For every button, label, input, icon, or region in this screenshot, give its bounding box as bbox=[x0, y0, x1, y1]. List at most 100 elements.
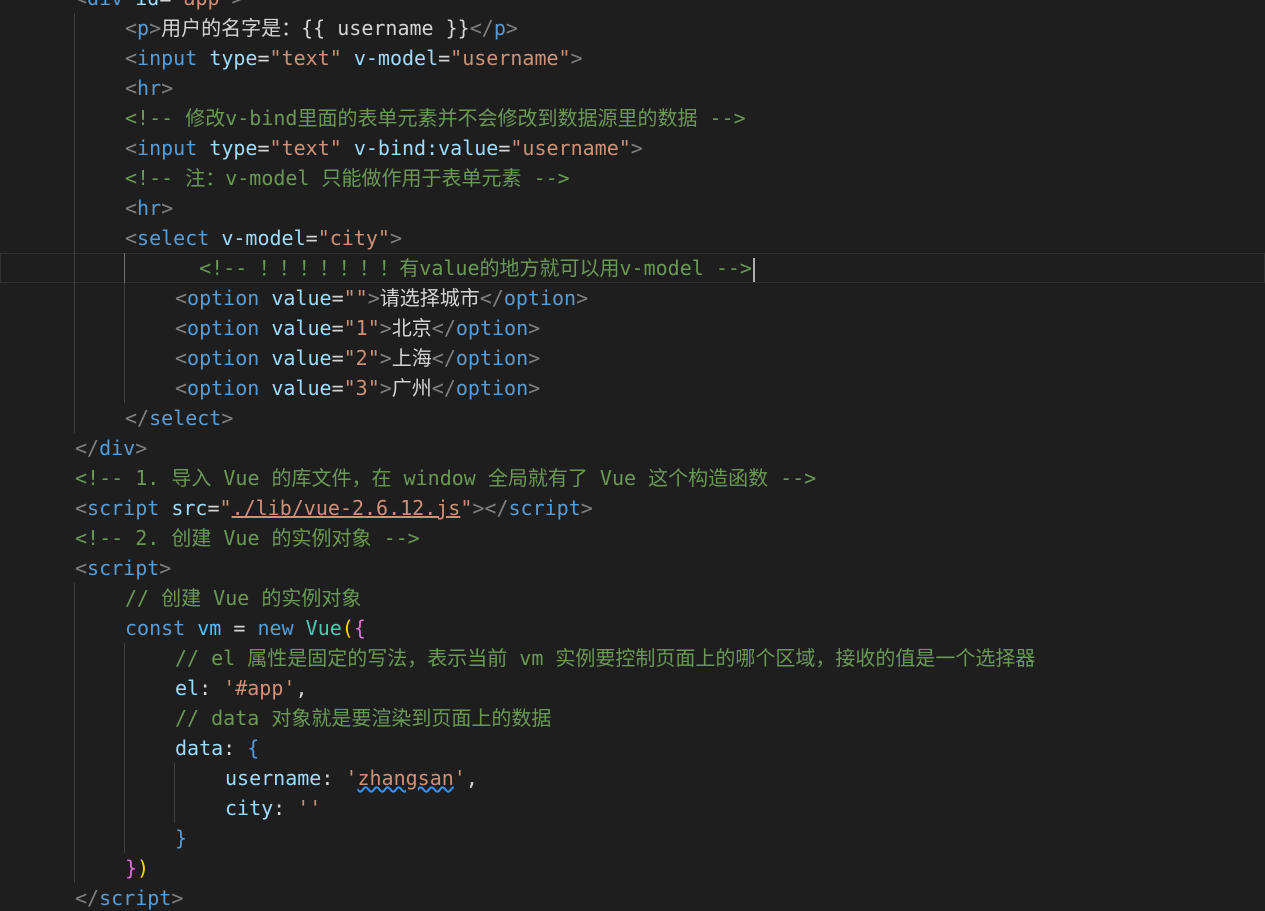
code-lines: <div id="app"><p>用户的名字是：{{ username }}</… bbox=[0, 0, 1265, 911]
code-token: Vue bbox=[305, 616, 342, 640]
code-token: <!-- ！！！！！！！有value的地方就可以用v-model --> bbox=[199, 256, 752, 280]
indent-guide bbox=[74, 193, 75, 223]
code-token: 用户的名字是：{{ username }} bbox=[161, 16, 470, 40]
code-token: value bbox=[271, 346, 332, 370]
code-token: hr bbox=[137, 76, 162, 100]
indent-guide bbox=[124, 253, 125, 283]
code-token: vm bbox=[197, 616, 222, 640]
code-line[interactable]: // 创建 Vue 的实例对象 bbox=[0, 583, 1265, 613]
code-token: , bbox=[295, 676, 308, 700]
code-line[interactable]: <input type="text" v-model="username"> bbox=[0, 43, 1265, 73]
code-line[interactable]: <script src="./lib/vue-2.6.12.js"></scri… bbox=[0, 493, 1265, 523]
code-line[interactable]: city: '' bbox=[0, 793, 1265, 823]
code-line[interactable]: <script> bbox=[0, 553, 1265, 583]
code-token: > bbox=[379, 346, 392, 370]
code-line[interactable]: <hr> bbox=[0, 73, 1265, 103]
code-token: > bbox=[135, 436, 148, 460]
code-line[interactable]: <hr> bbox=[0, 193, 1265, 223]
code-line[interactable]: <option value="2">上海</option> bbox=[0, 343, 1265, 373]
code-token: = bbox=[221, 616, 258, 640]
code-line[interactable]: <!-- 修改v-bind里面的表单元素并不会修改到数据源里的数据 --> bbox=[0, 103, 1265, 133]
code-token: "username" bbox=[450, 46, 571, 70]
code-token: id bbox=[135, 0, 159, 10]
indent-guide bbox=[74, 853, 75, 883]
code-token: > bbox=[232, 0, 244, 10]
code-token: < bbox=[175, 286, 188, 310]
code-token: > bbox=[528, 316, 541, 340]
code-line[interactable]: <input type="text" v-bind:value="usernam… bbox=[0, 133, 1265, 163]
code-token: city bbox=[225, 796, 274, 820]
indent-guide bbox=[74, 403, 75, 433]
code-line[interactable]: el: '#app', bbox=[0, 673, 1265, 703]
code-token: <!-- 1. 导入 Vue 的库文件，在 window 全局就有了 Vue 这… bbox=[75, 466, 817, 490]
code-line[interactable]: // el 属性是固定的写法，表示当前 vm 实例要控制页面上的哪个区域，接收的… bbox=[0, 643, 1265, 673]
code-token: '#app' bbox=[223, 676, 296, 700]
code-token: " bbox=[219, 496, 232, 520]
code-line[interactable]: <option value="3">广州</option> bbox=[0, 373, 1265, 403]
code-line[interactable]: </script> bbox=[0, 883, 1265, 911]
code-token: "text" bbox=[269, 136, 342, 160]
code-token: < bbox=[75, 556, 88, 580]
code-line[interactable]: <div id="app"> bbox=[0, 0, 1265, 13]
code-token: = bbox=[331, 376, 344, 400]
code-line[interactable]: username: 'zhangsan', bbox=[0, 763, 1265, 793]
code-token: input bbox=[137, 136, 198, 160]
code-token: < bbox=[125, 76, 138, 100]
code-line[interactable]: <!-- 1. 导入 Vue 的库文件，在 window 全局就有了 Vue 这… bbox=[0, 463, 1265, 493]
code-token: > bbox=[528, 376, 541, 400]
code-token: > bbox=[379, 316, 392, 340]
code-token: > bbox=[580, 496, 593, 520]
code-editor[interactable]: <div id="app"><p>用户的名字是：{{ username }}</… bbox=[0, 0, 1265, 911]
code-token: el bbox=[175, 676, 200, 700]
code-token: v-model bbox=[353, 46, 439, 70]
code-token: > bbox=[367, 286, 380, 310]
code-token: ./lib/vue-2.6.12.js bbox=[231, 496, 461, 520]
code-line[interactable]: </select> bbox=[0, 403, 1265, 433]
indent-guide bbox=[124, 703, 125, 733]
code-token: const bbox=[125, 616, 186, 640]
code-token: div bbox=[87, 0, 123, 10]
code-token: 请选择城市 bbox=[379, 286, 480, 310]
code-token: = bbox=[331, 316, 344, 340]
indent-guide bbox=[74, 283, 75, 313]
code-line[interactable]: <option value="">请选择城市</option> bbox=[0, 283, 1265, 313]
code-token: // el 属性是固定的写法，表示当前 vm 实例要控制页面上的哪个区域，接收的… bbox=[175, 646, 1036, 670]
code-line[interactable]: <!-- 注：v-model 只能做作用于表单元素 --> bbox=[0, 163, 1265, 193]
indent-guide bbox=[174, 793, 175, 823]
code-token: > bbox=[505, 16, 518, 40]
code-line[interactable]: <option value="1">北京</option> bbox=[0, 313, 1265, 343]
code-line[interactable]: </div> bbox=[0, 433, 1265, 463]
code-line[interactable]: }) bbox=[0, 853, 1265, 883]
code-line[interactable]: <select v-model="city"> bbox=[0, 223, 1265, 253]
code-token: " bbox=[460, 496, 473, 520]
indent-guide bbox=[124, 643, 125, 673]
code-token: p bbox=[137, 16, 150, 40]
code-token: "3" bbox=[343, 376, 380, 400]
code-token: "text" bbox=[269, 46, 342, 70]
indent-guide bbox=[74, 793, 75, 823]
indent-guide bbox=[74, 823, 75, 853]
code-token: <!-- 2. 创建 Vue 的实例对象 --> bbox=[75, 526, 420, 550]
code-token: < bbox=[125, 196, 138, 220]
code-token: > bbox=[149, 16, 162, 40]
code-line[interactable]: data: { bbox=[0, 733, 1265, 763]
code-line[interactable]: const vm = new Vue({ bbox=[0, 613, 1265, 643]
code-token: { bbox=[353, 616, 366, 640]
code-line[interactable]: <p>用户的名字是：{{ username }}</p> bbox=[0, 13, 1265, 43]
code-token: : bbox=[199, 676, 224, 700]
code-line[interactable]: // data 对象就是要渲染到页面上的数据 bbox=[0, 703, 1265, 733]
code-token: script bbox=[99, 886, 172, 910]
code-line[interactable]: } bbox=[0, 823, 1265, 853]
code-token: > bbox=[221, 406, 234, 430]
code-line[interactable]: <!-- 2. 创建 Vue 的实例对象 --> bbox=[0, 523, 1265, 553]
indent-guide bbox=[74, 643, 75, 673]
code-token: // 创建 Vue 的实例对象 bbox=[125, 586, 362, 610]
code-token: > bbox=[528, 346, 541, 370]
code-token: < bbox=[175, 316, 188, 340]
code-line[interactable]: <!-- ！！！！！！！有value的地方就可以用v-model --> bbox=[0, 253, 1265, 283]
